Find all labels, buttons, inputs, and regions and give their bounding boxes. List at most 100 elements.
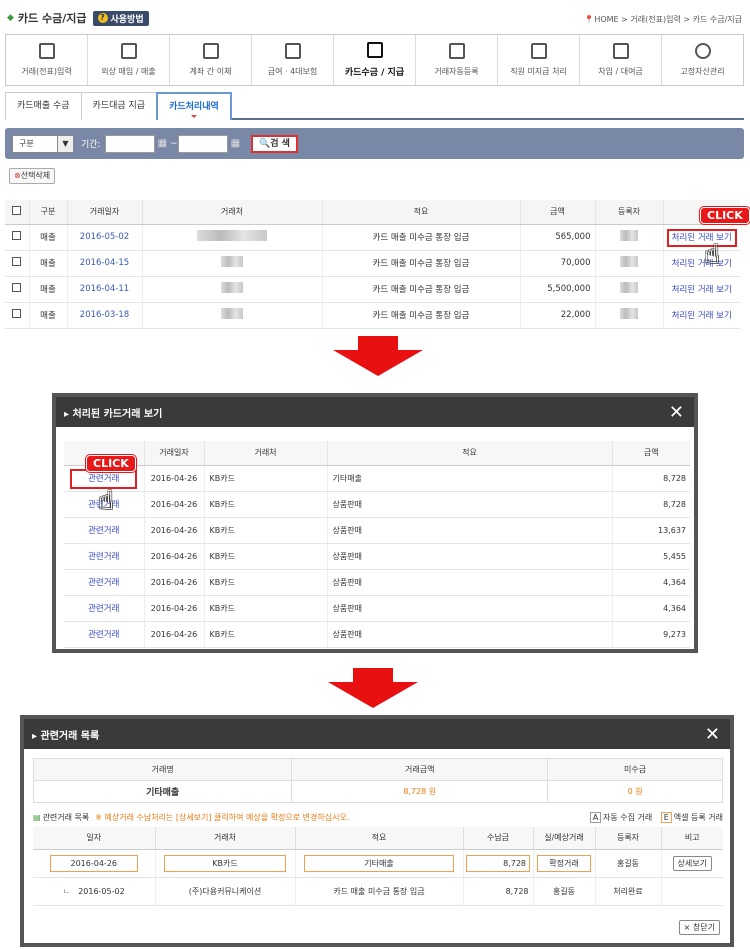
summary-header: 거래명 거래금액 미수금 bbox=[32, 758, 723, 781]
row-amount: 4,364 bbox=[612, 595, 690, 622]
tab-card-history[interactable]: 카드처리내역 bbox=[156, 92, 232, 120]
nav-loans[interactable]: 차입 / 대여금 bbox=[580, 35, 662, 85]
nav-card-payment[interactable]: 카드수금 / 지급 bbox=[334, 35, 416, 85]
close-window-button[interactable]: × 창닫기 bbox=[678, 920, 720, 935]
col-amount: 금액 bbox=[520, 200, 596, 225]
row-date: 2016-04-26 bbox=[144, 465, 205, 492]
summary-row: 기타매출 8,728 원0 원 bbox=[32, 780, 723, 803]
view-processed-link[interactable]: 처리된 거래 보기 bbox=[672, 311, 732, 321]
view-processed-link[interactable]: 처리된 거래 보기 bbox=[666, 229, 737, 247]
row-memo: 상품판매 bbox=[327, 595, 613, 622]
table-row: 매출 2016-03-18 카드 매출 미수금 통장 입금 22,000 처리된… bbox=[5, 302, 740, 329]
related-trade-link[interactable]: 관련거래 bbox=[88, 526, 119, 536]
related-trade-link[interactable]: 관련거래 bbox=[88, 630, 119, 640]
row-date: 2016-04-26 bbox=[144, 569, 205, 596]
date-field[interactable]: 2016-04-26 bbox=[49, 854, 138, 872]
filter-bar: 구분 ▼ 기간: ▦ ~ ▦ 🔍검 색 bbox=[5, 128, 744, 159]
row-type: 매출 bbox=[29, 276, 68, 303]
stamp-icon bbox=[448, 43, 465, 59]
row-date: 2016-04-26 bbox=[144, 543, 205, 570]
nav-payroll[interactable]: 급여 · 4대보험 bbox=[252, 35, 334, 85]
row-date[interactable]: 2016-03-18 bbox=[67, 302, 143, 329]
row-registrant: 홍길동 bbox=[595, 849, 662, 878]
row-checkbox[interactable] bbox=[12, 283, 22, 292]
auto-tag-icon: A bbox=[589, 812, 601, 823]
row-memo: 카드 매출 미수금 통장 입금 bbox=[322, 224, 521, 251]
popup1-table-header: 거래일자 거래처 적요 금액 bbox=[64, 441, 690, 466]
link-cell: 관련거래 bbox=[64, 621, 145, 648]
close-icon[interactable]: ✕ bbox=[669, 402, 684, 423]
related-trade-link[interactable]: 관련거래 bbox=[88, 578, 119, 588]
table-row: 2016-04-26 KB카드 기타매출 8,728 확정거래 홍길동 상세보기 bbox=[33, 849, 723, 878]
nav-voucher-entry[interactable]: 거래(전표)입력 bbox=[6, 35, 88, 85]
tab-card-sales-collection[interactable]: 카드매출 수금 bbox=[5, 92, 82, 120]
memo-field[interactable]: 기타매출 bbox=[304, 854, 454, 872]
start-date-input[interactable] bbox=[104, 134, 155, 153]
row-checkbox[interactable] bbox=[12, 309, 22, 318]
nav-credit-trade[interactable]: 외상 매입 / 매출 bbox=[88, 35, 170, 85]
row-amount: 4,364 bbox=[612, 569, 690, 596]
click-callout: CLICK bbox=[700, 207, 750, 224]
leaf-icon: ◆ bbox=[7, 13, 14, 23]
row-date[interactable]: 2016-04-15 bbox=[67, 250, 143, 277]
col-received: 수납금 bbox=[463, 827, 534, 850]
redacted-block bbox=[620, 256, 638, 267]
row-memo: 기타매출 bbox=[327, 465, 613, 492]
row-date: 2016-04-26 bbox=[144, 595, 205, 622]
row-vendor: KB카드 bbox=[204, 595, 328, 622]
row-vendor: KB카드 bbox=[204, 621, 328, 648]
view-processed-link[interactable]: 처리된 거래 보기 bbox=[672, 259, 732, 269]
vendor-cell: KB카드 bbox=[155, 849, 296, 878]
delete-selected-button[interactable]: ⊗선택삭제 bbox=[9, 168, 56, 184]
row-date[interactable]: 2016-04-11 bbox=[67, 276, 143, 303]
col-type: 구분 bbox=[29, 200, 68, 225]
col-memo: 적요 bbox=[327, 441, 613, 466]
nav-transfer[interactable]: 계좌 간 이체 bbox=[170, 35, 252, 85]
nav-auto-register[interactable]: 거래자동등록 bbox=[416, 35, 498, 85]
row-date: 2016-04-26 bbox=[144, 621, 205, 648]
popup2-header: ▸ 관련거래 목록 ✕ bbox=[24, 719, 730, 749]
chevron-down-icon: ▼ bbox=[57, 135, 73, 152]
row-checkbox[interactable] bbox=[12, 231, 22, 240]
related-trades-popup: ▸ 관련거래 목록 ✕ 거래명 거래금액 미수금 기타매출 8,728 원0 원 ▤ 관… bbox=[20, 715, 734, 947]
related-trade-link[interactable]: 관련거래 bbox=[88, 552, 119, 562]
related-trade-link[interactable]: 관련거래 bbox=[88, 604, 119, 614]
select-all-checkbox[interactable] bbox=[12, 206, 22, 216]
row-checkbox[interactable] bbox=[12, 257, 22, 266]
amount-field[interactable]: 8,728 bbox=[466, 854, 530, 872]
receivable-value: 0 원 bbox=[547, 780, 723, 803]
help-button[interactable]: ? 사용방법 bbox=[92, 10, 149, 26]
sub-tabs: 카드매출 수금 카드대금 지급 카드처리내역 bbox=[5, 92, 744, 120]
col-trade-amount: 거래금액 bbox=[291, 758, 549, 781]
table-row: 관련거래 2016-04-26 KB카드 상품판매 4,364 bbox=[64, 595, 690, 622]
type-select[interactable]: 구분 ▼ bbox=[12, 134, 74, 153]
row-vendor-redacted bbox=[142, 250, 323, 277]
legend: A 자동 수집 거래 E 엑셀 등록 거래 bbox=[589, 812, 723, 823]
calendar-icon[interactable]: ▦ bbox=[231, 138, 240, 149]
end-date-input[interactable] bbox=[177, 134, 228, 153]
popup2-title-text: 관련거래 목록 bbox=[40, 730, 100, 742]
legend-excel: 엑셀 등록 거래 bbox=[673, 813, 723, 822]
row-amount: 8,728 bbox=[463, 877, 534, 906]
search-button[interactable]: 🔍검 색 bbox=[251, 134, 298, 153]
vendor-field[interactable]: KB카드 bbox=[164, 854, 286, 872]
card-history-table: 구분 거래일자 거래처 적요 금액 등록자 거래 매출 2016-05-02 카… bbox=[5, 200, 740, 329]
view-processed-link[interactable]: 처리된 거래 보기 bbox=[672, 285, 732, 295]
link-cell: 관련거래 bbox=[64, 543, 145, 570]
row-vendor: KB카드 bbox=[204, 465, 328, 492]
calendar-icon[interactable]: ▦ bbox=[158, 138, 167, 149]
row-kind: 홍길동 bbox=[533, 877, 596, 906]
close-icon[interactable]: ✕ bbox=[705, 724, 720, 745]
step-arrow-down-icon bbox=[328, 668, 418, 708]
date-cell: 2016-04-26 bbox=[33, 849, 156, 878]
nav-label: 차입 / 대여금 bbox=[598, 67, 643, 76]
nav-employee-unpaid[interactable]: 직원 미지급 처리 bbox=[498, 35, 580, 85]
col-date: 일자 bbox=[33, 827, 156, 850]
nav-fixed-assets[interactable]: 고정자산관리 bbox=[662, 35, 743, 85]
kind-field[interactable]: 확정거래 bbox=[537, 854, 591, 872]
detail-view-button[interactable]: 상세보기 bbox=[672, 855, 712, 871]
row-date[interactable]: 2016-05-02 bbox=[67, 224, 143, 251]
tab-card-bill-payment[interactable]: 카드대금 지급 bbox=[80, 92, 158, 120]
search-icon: 🔍 bbox=[259, 138, 271, 149]
nav-label: 거래(전표)입력 bbox=[21, 67, 72, 76]
